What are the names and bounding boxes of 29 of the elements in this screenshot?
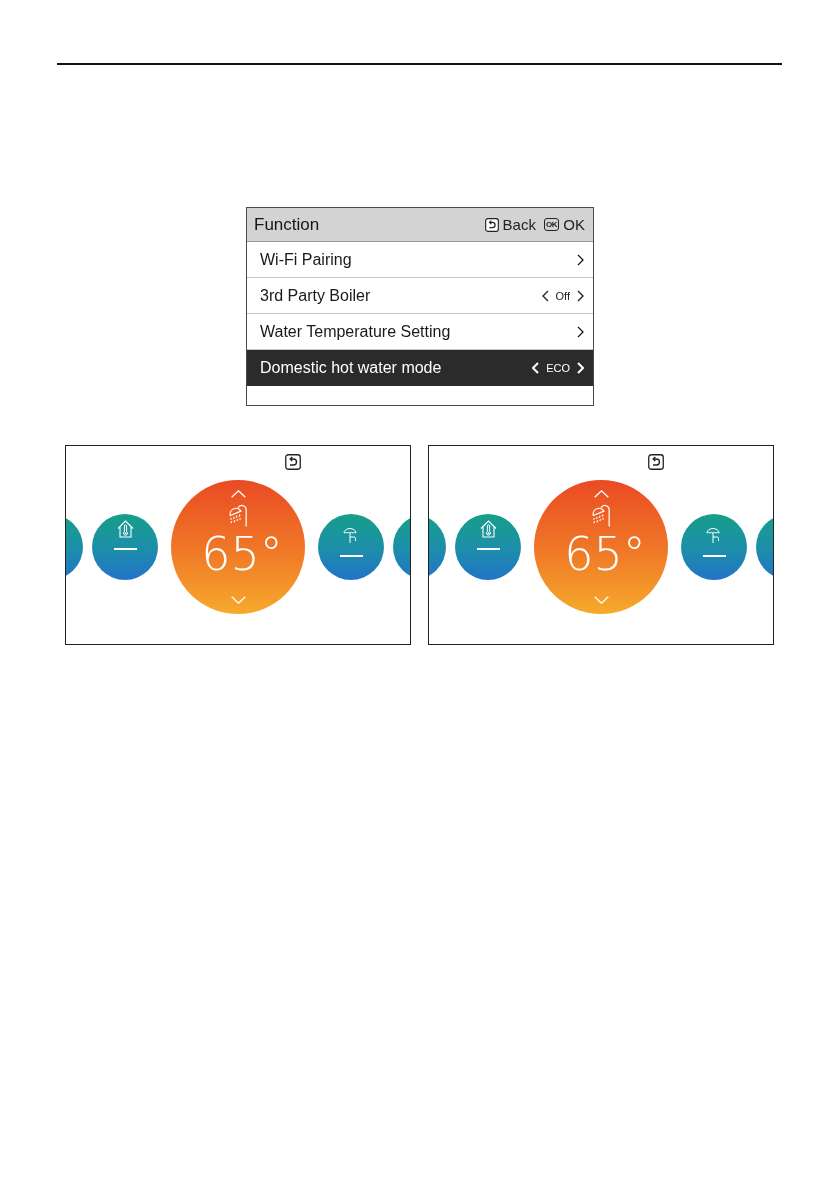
menu-title: Function xyxy=(254,214,320,235)
row-label: Water Temperature Setting xyxy=(260,322,451,341)
key-hint-label: Back xyxy=(502,216,536,233)
row-label: Wi-Fi Pairing xyxy=(260,250,352,269)
dash-icon xyxy=(702,555,726,557)
temperature-value: 65° xyxy=(201,532,283,576)
row-label: Domestic hot water mode xyxy=(260,358,442,377)
row-value: ECO xyxy=(546,361,570,374)
chevron-left-icon xyxy=(532,361,540,374)
dash-icon xyxy=(339,555,363,557)
chevron-right-icon xyxy=(577,325,584,338)
chevron-up-icon[interactable] xyxy=(230,490,246,498)
umbrella-icon xyxy=(705,527,723,545)
dash-icon xyxy=(476,548,500,550)
temperature-value: 65° xyxy=(564,532,646,576)
ok-key-label: OK xyxy=(543,218,560,231)
key-hint-label: OK xyxy=(563,216,585,233)
dash-icon xyxy=(113,548,137,550)
chevron-up-icon[interactable] xyxy=(593,490,609,498)
row-label: 3rd Party Boiler xyxy=(260,286,371,305)
umbrella-icon xyxy=(342,527,360,545)
row-value: Off xyxy=(555,289,570,302)
chevron-right-icon xyxy=(577,253,584,266)
menu-row[interactable]: Domestic hot water mode ECO xyxy=(247,350,593,386)
chevron-right-icon xyxy=(577,289,584,302)
house-thermometer-icon xyxy=(116,520,134,538)
chevron-right-icon xyxy=(577,361,584,374)
house-thermometer-icon xyxy=(479,520,497,538)
chevron-left-icon xyxy=(541,289,549,302)
